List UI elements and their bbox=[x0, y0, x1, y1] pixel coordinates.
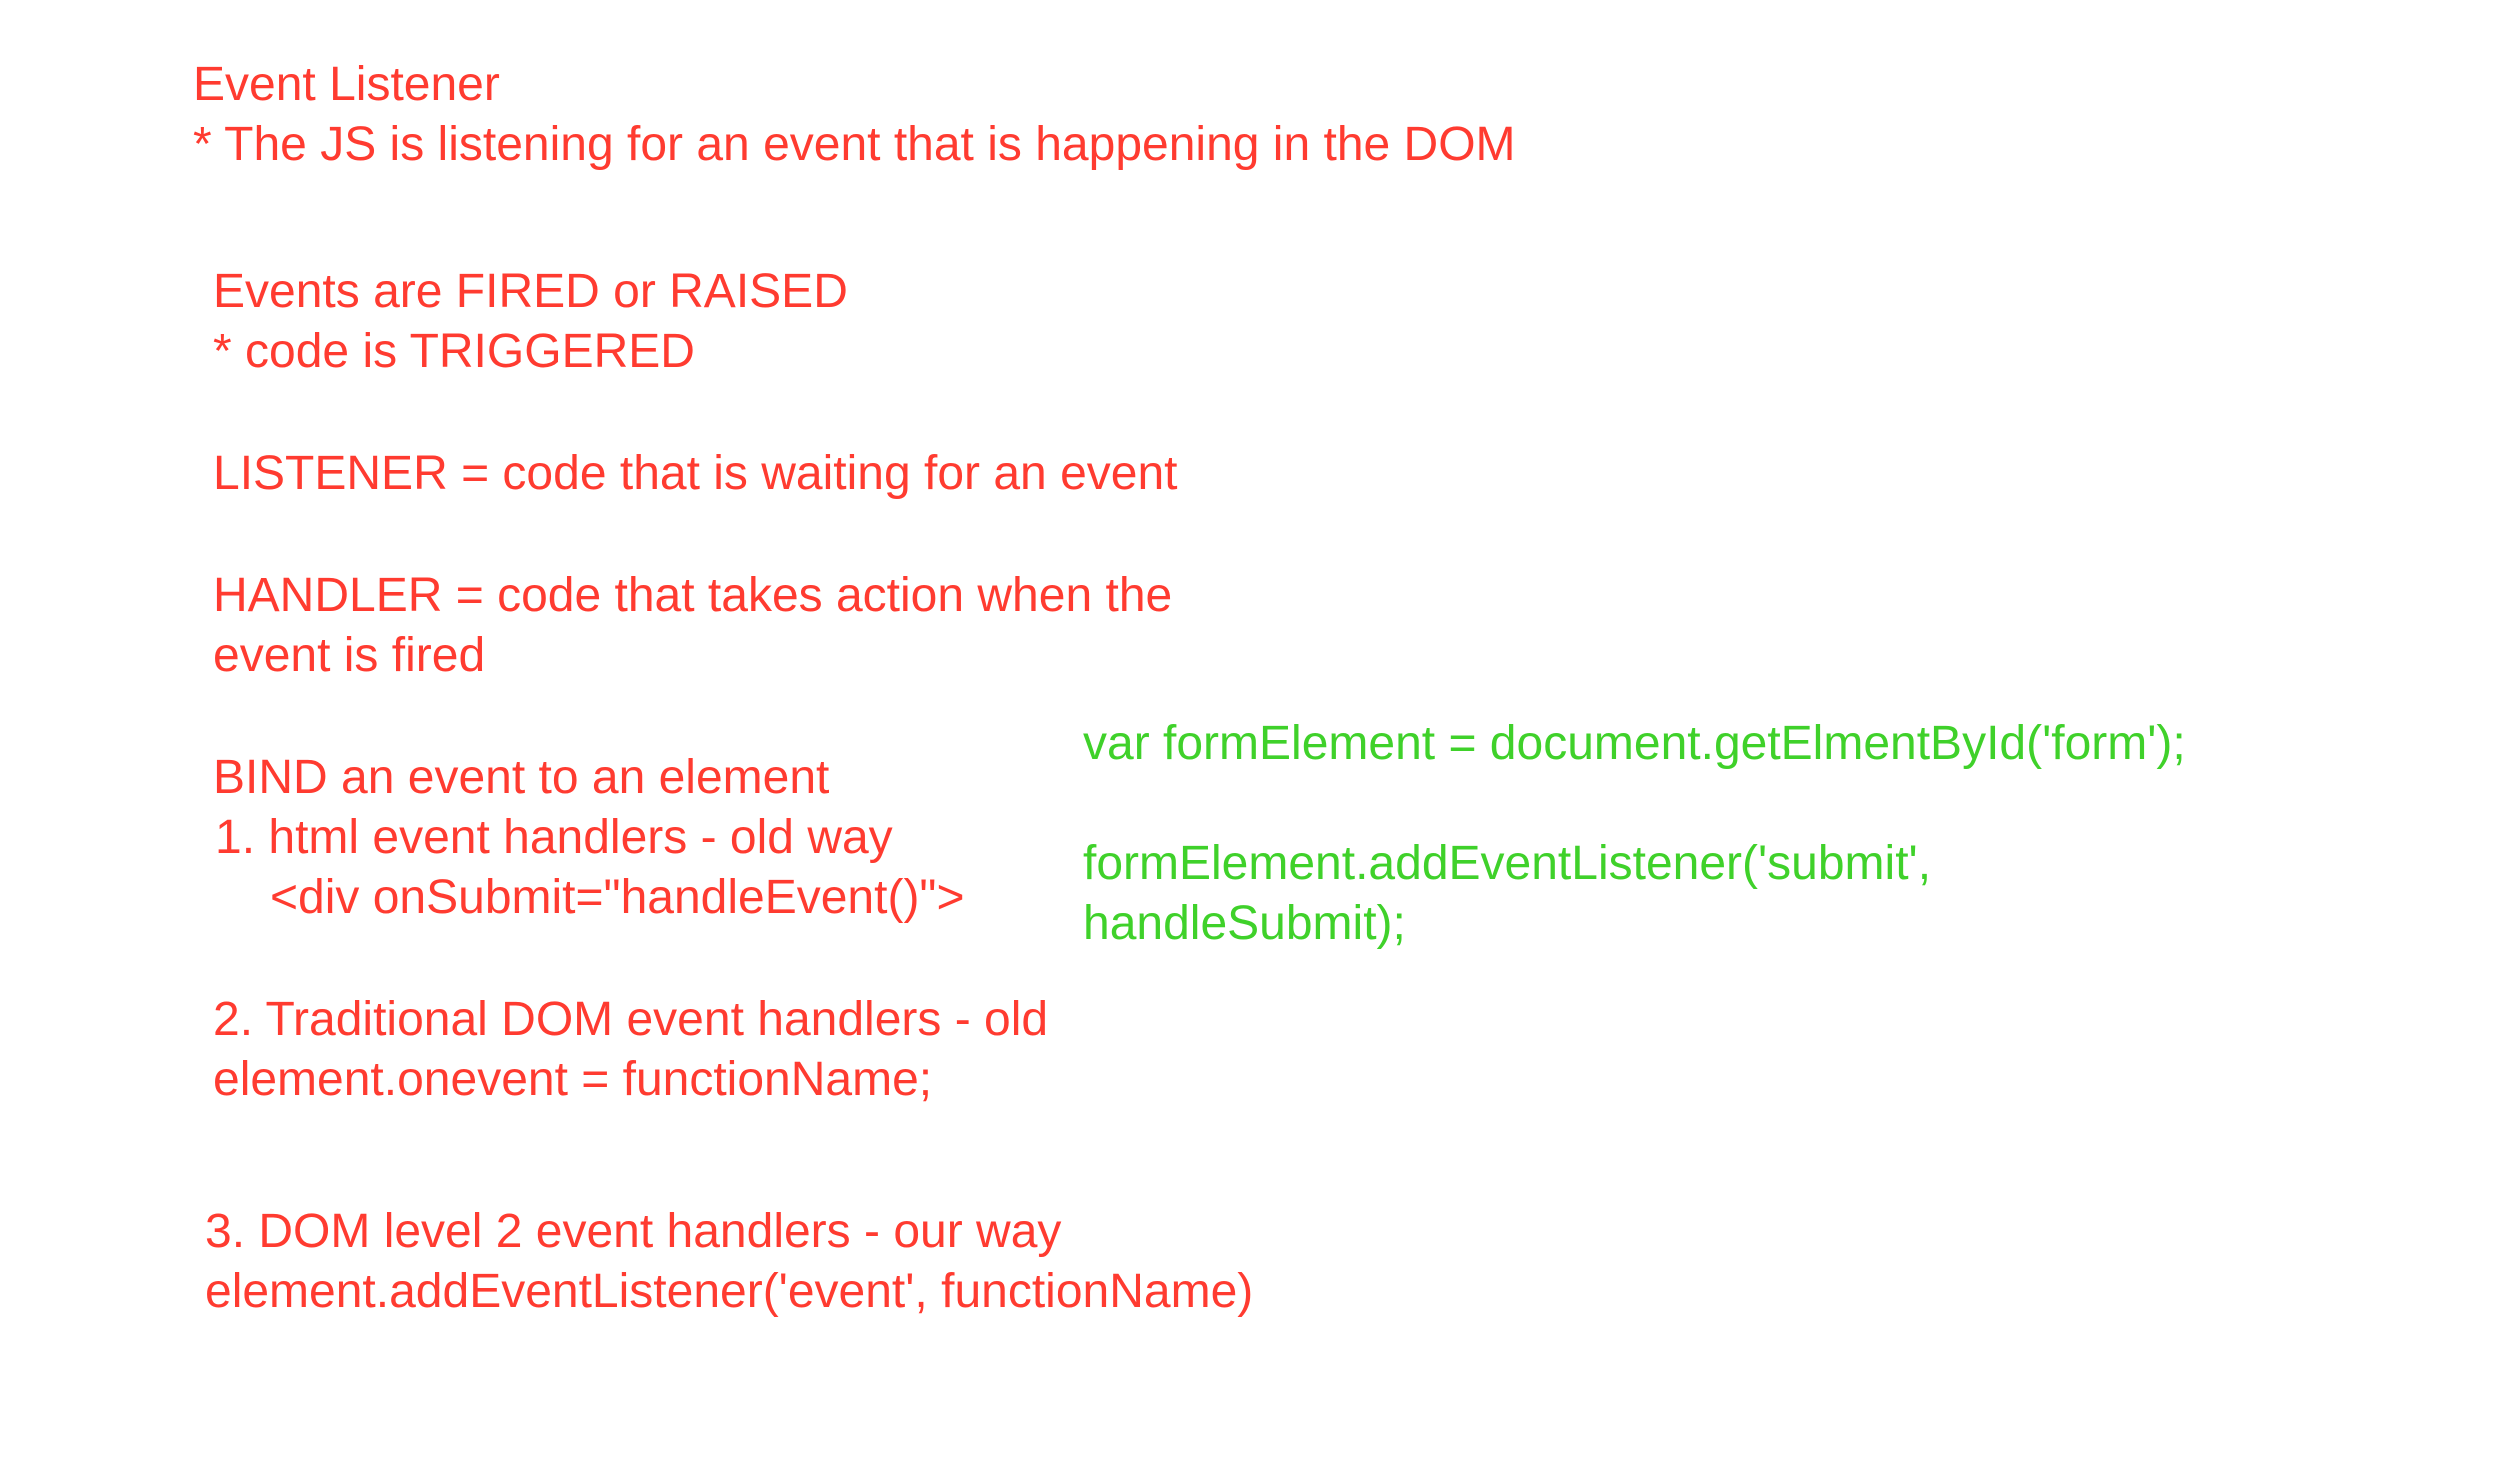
code-example-line-3: handleSubmit); bbox=[1083, 897, 1406, 950]
code-example-line-1: var formElement = document.getElmentById… bbox=[1083, 717, 2186, 770]
fired-note: * code is TRIGGERED bbox=[213, 325, 695, 378]
method-1-heading: 1. html event handlers - old way bbox=[215, 811, 893, 864]
method-3-heading: 3. DOM level 2 event handlers - our way bbox=[205, 1205, 1062, 1258]
notes-title-note: * The JS is listening for an event that … bbox=[193, 118, 1516, 171]
method-1-code: <div onSubmit="handleEvent()"> bbox=[270, 871, 965, 924]
method-2-heading: 2. Traditional DOM event handlers - old bbox=[213, 993, 1049, 1046]
notes-title: Event Listener bbox=[193, 58, 500, 111]
listener-definition: LISTENER = code that is waiting for an e… bbox=[213, 447, 1178, 500]
fired-heading: Events are FIRED or RAISED bbox=[213, 265, 848, 318]
code-example-line-2: formElement.addEventListener('submit', bbox=[1083, 837, 1932, 890]
method-2-code: element.onevent = functionName; bbox=[213, 1053, 933, 1106]
method-3-code: element.addEventListener('event', functi… bbox=[205, 1265, 1254, 1318]
bind-heading: BIND an event to an element bbox=[213, 751, 830, 804]
handler-definition-line-1: HANDLER = code that takes action when th… bbox=[213, 569, 1173, 622]
handler-definition-line-2: event is fired bbox=[213, 629, 486, 682]
